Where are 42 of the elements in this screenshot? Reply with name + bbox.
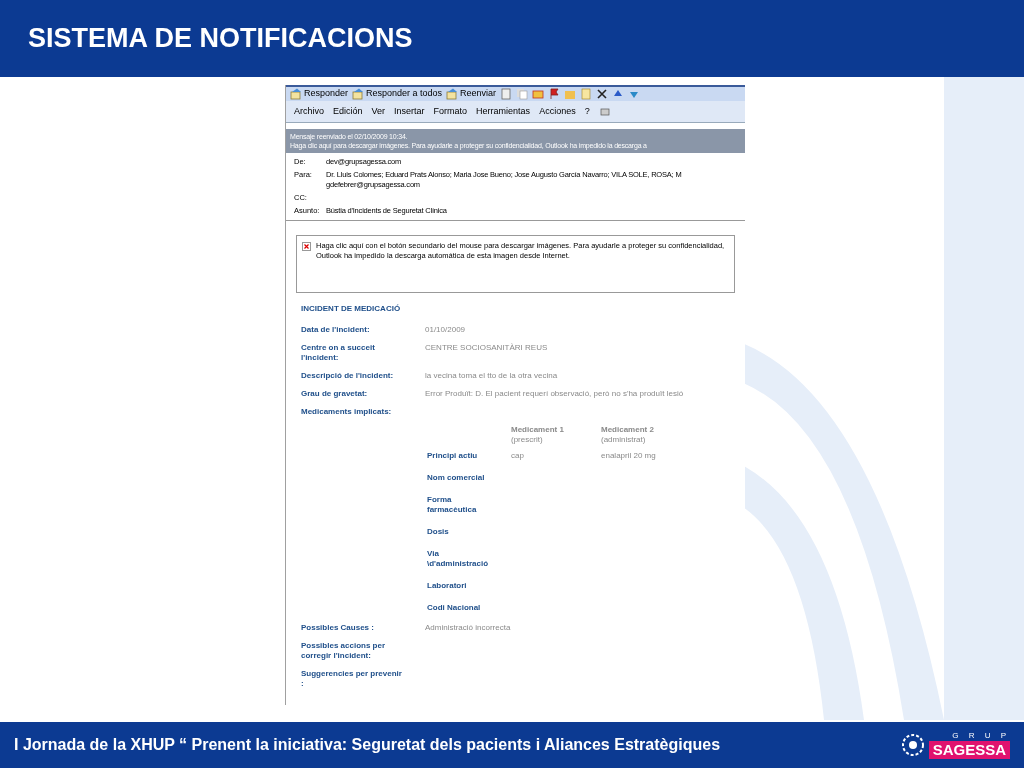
logo-name: SAGESSA xyxy=(928,741,1010,759)
column-subtitle: (administrat) xyxy=(601,435,647,445)
field-value: la vecina toma el tto de la otra vecina xyxy=(425,371,558,381)
row-label: Forma farmacèutica xyxy=(427,495,478,515)
form-title: INCIDENT DE MEDICACIÓ xyxy=(301,303,402,315)
field-label: Grau de gravetat: xyxy=(301,389,369,399)
slide-title: SISTEMA DE NOTIFICACIONS xyxy=(28,22,413,56)
row-label: Codi Nacional xyxy=(427,603,482,613)
field-label: Possibles accions per corregir l'incident: xyxy=(301,641,387,661)
field-value: 01/10/2009 xyxy=(425,325,466,335)
field-label: Centre on a succeit l'incident: xyxy=(301,343,376,363)
row-label: Via \d'administració xyxy=(427,549,490,569)
field-label: Suggerencies per prevenir : xyxy=(301,669,403,689)
table-cell-text: enalapril 20 mg xyxy=(601,451,657,461)
table-cell-text: cap xyxy=(511,451,525,461)
field-label: Medicaments implicats: xyxy=(301,407,393,417)
field-value: Error Produït: D. El pacient requerí observació, però no s'ha produït lesió xyxy=(425,389,684,399)
row-label: Nom comercial xyxy=(427,473,486,483)
field-value: CENTRE SOCIOSANITÀRI REUS xyxy=(425,343,548,354)
menu-item[interactable]: Acciones xyxy=(539,104,576,119)
field-label: Descripció de l'incident: xyxy=(301,371,395,381)
menu-item[interactable]: Formato xyxy=(433,104,468,119)
toolbar-button[interactable]: Responder xyxy=(290,87,349,101)
menu-item[interactable]: Edición xyxy=(333,104,363,119)
menu-item[interactable]: Herramientas xyxy=(476,104,531,119)
row-label: Laboratori xyxy=(427,581,468,591)
menu-item[interactable]: ? xyxy=(584,104,590,119)
logo-grup: G R U P xyxy=(952,731,1010,741)
column-title: Medicament 1 xyxy=(511,425,565,435)
column-title: Medicament 2 xyxy=(601,425,655,435)
column-subtitle: (prescrit) xyxy=(511,435,544,445)
toolbar-button[interactable]: Responder a todos xyxy=(352,87,443,101)
toolbar-button[interactable]: Reenviar xyxy=(446,87,497,101)
row-label: Principi actiu xyxy=(427,451,479,461)
menu-item[interactable]: Ver xyxy=(371,104,386,119)
row-label: Dosis xyxy=(427,527,450,537)
field-label: Possibles Causes : xyxy=(301,623,375,633)
menu-item[interactable]: Insertar xyxy=(394,104,425,119)
footer-text: I Jornada de la XHUP “ Prenent la iniciativa: Seguretat dels pacients i Aliances Estratègiques xyxy=(14,735,722,755)
field-label: Data de l'incident: xyxy=(301,325,371,335)
field-value: Administració incorrecta xyxy=(425,623,511,633)
menu-item[interactable]: Archivo xyxy=(294,104,324,119)
